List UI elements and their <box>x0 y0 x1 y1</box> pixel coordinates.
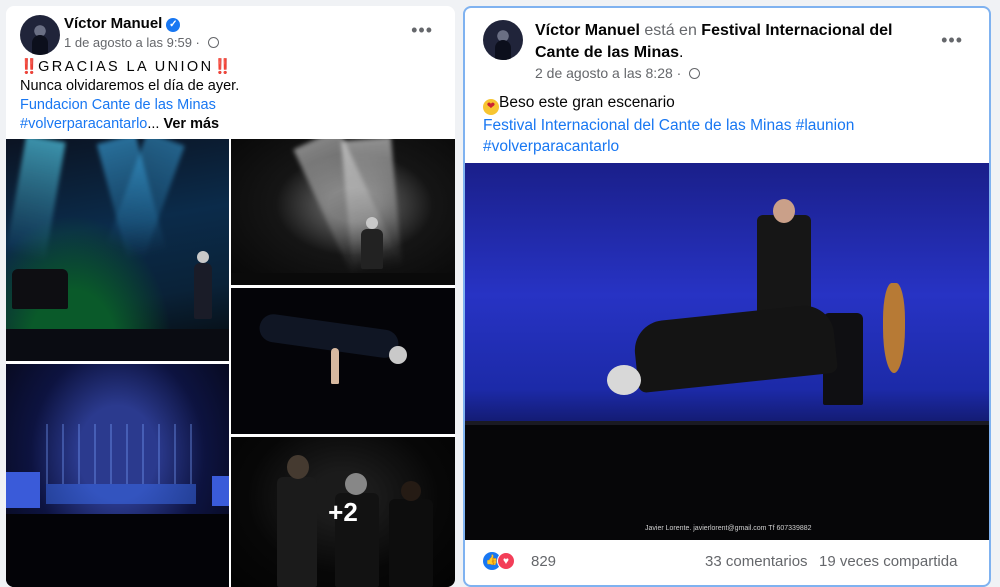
post-header-text: Víctor Manuel está en Festival Internaci… <box>535 20 935 64</box>
more-photos-count: +2 <box>328 496 358 527</box>
timestamp[interactable]: 1 de agosto a las 9:59 <box>64 35 192 50</box>
post-title-line: ‼️GRACIAS LA UNION‼️ <box>20 58 440 77</box>
hashtag-link[interactable]: #volverparacantarlo <box>20 116 147 132</box>
photo-wide-stage[interactable] <box>6 364 229 587</box>
love-icon[interactable]: ♥ <box>497 552 515 570</box>
verified-badge-icon: ✓ <box>166 18 181 32</box>
post-header: Víctor Manuel ✓ 1 de agosto a las 9:59 · … <box>6 6 455 66</box>
checkin-label: está en <box>644 22 697 39</box>
avatar[interactable] <box>483 20 523 60</box>
more-photos-overlay[interactable]: +2 <box>231 437 455 587</box>
comments-count[interactable]: 33 comentarios <box>705 553 808 570</box>
post-left: Víctor Manuel ✓ 1 de agosto a las 9:59 · … <box>6 6 455 587</box>
reactions-count[interactable]: 829 <box>531 553 556 570</box>
shares-count[interactable]: 19 veces compartida <box>819 553 957 570</box>
globe-icon <box>689 68 701 79</box>
photo-kissing-stage[interactable]: Javier Lorente. javierlorent@gmail.com T… <box>465 163 989 540</box>
post-title: GRACIAS LA UNION <box>38 59 214 75</box>
post-right: Víctor Manuel está en Festival Internaci… <box>463 6 991 587</box>
post-text: ❤ Beso este gran escenario Festival Inter… <box>483 92 983 157</box>
more-options-button[interactable]: ••• <box>941 30 963 51</box>
photo-spotlight-singer[interactable] <box>231 139 455 285</box>
more-options-button[interactable]: ••• <box>411 20 433 41</box>
author-name-row: Víctor Manuel ✓ <box>64 15 181 32</box>
globe-icon <box>207 37 219 48</box>
double-exclamation-icon: ‼️ <box>213 59 232 75</box>
hashtags-line[interactable]: Festival Internacional del Cante de las … <box>483 115 983 136</box>
author-name[interactable]: Víctor Manuel <box>64 15 162 32</box>
post-text: ‼️GRACIAS LA UNION‼️ Nunca olvidaremos e… <box>20 58 440 134</box>
caption: Beso este gran escenario <box>499 94 675 111</box>
double-exclamation-icon: ‼️ <box>20 59 39 75</box>
post-meta: 2 de agosto a las 8:28 · <box>535 65 701 81</box>
photo-singer-kneeling[interactable] <box>231 288 455 434</box>
ellipsis: ... <box>147 116 160 132</box>
hashtag-link[interactable]: #volverparacantarlo <box>483 136 983 157</box>
photo-concert-stage[interactable] <box>6 139 229 361</box>
timestamp[interactable]: 2 de agosto a las 8:28 <box>535 65 673 81</box>
kiss-emoji-icon: ❤ <box>483 99 499 115</box>
avatar[interactable] <box>20 15 60 55</box>
stage-floor <box>465 425 989 540</box>
header-period: . <box>679 44 684 61</box>
page-link[interactable]: Fundacion Cante de las Minas <box>20 96 440 115</box>
see-more-link[interactable]: Ver más <box>163 116 219 132</box>
reactions-bar: 👍 ♥ 829 33 comentarios 19 veces comparti… <box>483 552 973 574</box>
author-name[interactable]: Víctor Manuel <box>535 22 640 39</box>
photo-three-men[interactable]: +2 <box>231 437 455 587</box>
photo-credit: Javier Lorente. javierlorent@gmail.com T… <box>645 525 812 532</box>
post-meta: 1 de agosto a las 9:59 · <box>64 35 219 50</box>
post-line: Nunca olvidaremos el día de ayer. <box>20 78 240 94</box>
